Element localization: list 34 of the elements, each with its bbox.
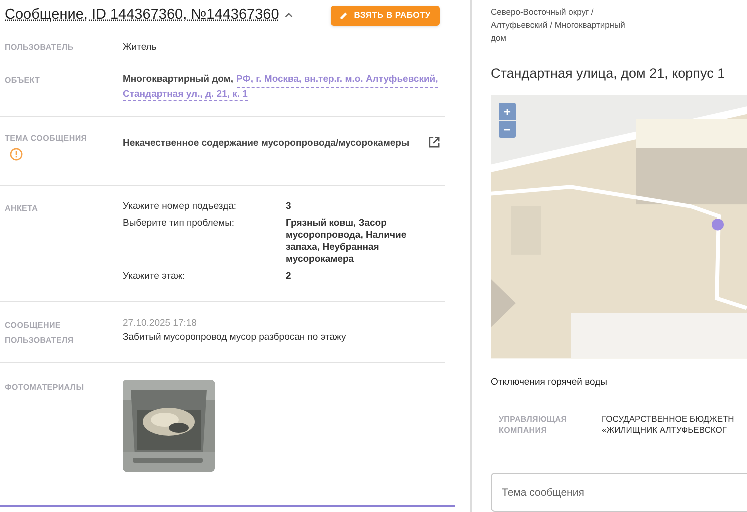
take-to-work-button[interactable]: ВЗЯТЬ В РАБОТУ bbox=[331, 6, 440, 26]
chevron-up-icon[interactable] bbox=[285, 13, 294, 18]
address-link[interactable]: Стандартная ул., д. 21, к. 1 bbox=[123, 89, 248, 101]
company-name: ГОСУДАРСТВЕННОЕ БЮДЖЕТН bbox=[602, 414, 734, 426]
address-heading: Стандартная улица, дом 21, корпус 1 bbox=[491, 65, 726, 83]
survey-question: Выберите тип проблемы: bbox=[123, 218, 236, 231]
external-link-icon[interactable] bbox=[429, 137, 440, 148]
hot-water-title: Отключения горячей воды bbox=[491, 376, 608, 390]
field-label: СООБЩЕНИЕ ПОЛЬЗОВАТЕЛЯ bbox=[5, 320, 75, 347]
address-link[interactable]: РФ, г. Москва, вн.тер.г. м.о. Алтуфьевский, bbox=[236, 73, 438, 88]
breadcrumb: Северо-Восточный округ / Алтуфьевский / Многоквартирный дом bbox=[491, 6, 626, 45]
survey-answer: Грязный ковш, Засор мусоропровода, Наличие запаха, Неубранная мусорокамера bbox=[286, 218, 408, 266]
object-type: Многоквартирный дом, bbox=[123, 73, 234, 87]
company-name: «ЖИЛИЩНИК АЛТУФЬЕВСКОГ bbox=[602, 425, 728, 436]
map[interactable]: + − bbox=[491, 95, 747, 359]
message-text: Забитый мусоропровод мусор разбросан по этажу bbox=[123, 331, 346, 345]
message-title: Сообщение, ID 144367360, №144367360 bbox=[5, 6, 280, 25]
zoom-in-button[interactable]: + bbox=[499, 103, 516, 120]
field-value: Некачественное содержание мусоропровода/мусорокамеры bbox=[123, 137, 410, 151]
survey-question: Укажите этаж: bbox=[123, 271, 186, 283]
survey-question: Укажите номер подъезда: bbox=[123, 201, 238, 213]
field-label: ОБЪЕКТ bbox=[5, 75, 42, 87]
pencil-icon bbox=[340, 12, 348, 20]
topic-input[interactable]: Тема сообщения bbox=[491, 473, 747, 512]
survey-answer: 2 bbox=[286, 271, 292, 283]
survey-answer: 3 bbox=[286, 201, 292, 213]
field-label: ПОЛЬЗОВАТЕЛЬ bbox=[5, 42, 75, 54]
field-value: Житель bbox=[123, 41, 157, 55]
field-label: УПРАВЛЯЮЩАЯ КОМПАНИЯ bbox=[499, 414, 568, 436]
zoom-out-button[interactable]: − bbox=[499, 121, 516, 138]
field-label: ТЕМА СООБЩЕНИЯ bbox=[5, 133, 88, 145]
field-label: ФОТОМАТЕРИАЛЫ bbox=[5, 382, 86, 394]
field-label: АНКЕТА bbox=[5, 203, 40, 215]
message-date: 27.10.2025 17:18 bbox=[123, 317, 198, 331]
